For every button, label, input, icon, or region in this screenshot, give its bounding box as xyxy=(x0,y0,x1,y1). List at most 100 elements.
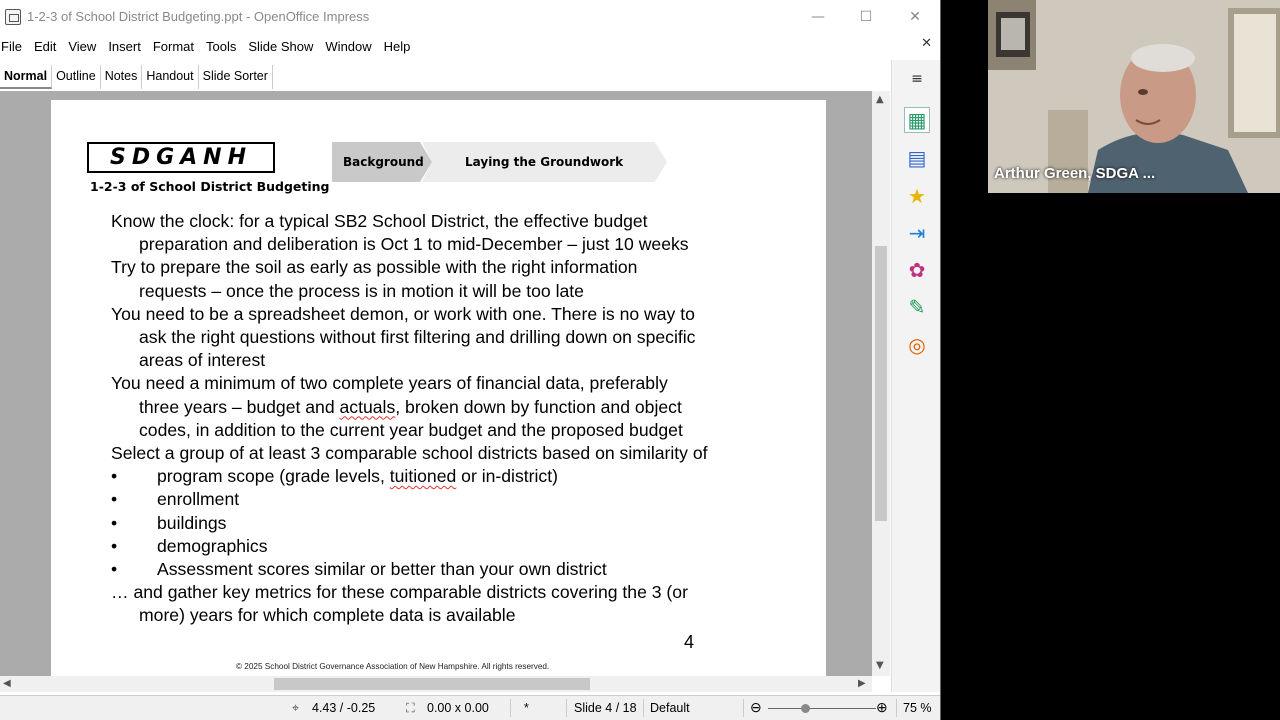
impress-window: 1-2-3 of School District Budgeting.ppt -… xyxy=(0,0,941,720)
menu-slide-show[interactable]: Slide Show xyxy=(242,39,319,54)
text-run: program scope (grade levels, xyxy=(157,466,390,487)
document-close-icon[interactable]: ✕ xyxy=(921,36,932,51)
scroll-up-icon[interactable]: ▲ xyxy=(876,94,884,105)
slide-workspace: SDGANH 1-2-3 of School District Budgetin… xyxy=(0,91,872,676)
scroll-left-icon[interactable]: ◀ xyxy=(3,678,11,689)
bullet-dot: • xyxy=(111,559,118,580)
menu-tools[interactable]: Tools xyxy=(200,39,242,54)
status-bar: ⌖ 4.43 / -0.25 ⛶ 0.00 x 0.00 * Slide 4 /… xyxy=(0,695,940,720)
bullet-text: program scope (grade levels, tuitioned o… xyxy=(157,465,558,488)
breadcrumb-background: Background xyxy=(332,142,432,182)
paragraph-line: requests – once the process is in motion… xyxy=(139,280,584,301)
menu-help[interactable]: Help xyxy=(378,39,417,54)
menu-bar: File Edit View Insert Format Tools Slide… xyxy=(0,34,940,58)
zoom-slider-track[interactable] xyxy=(768,708,876,709)
horizontal-scroll-thumb[interactable] xyxy=(274,678,590,690)
paragraph-line: three years – budget and actuals, broken… xyxy=(111,396,791,419)
text-run: , broken down by function and object xyxy=(395,396,682,417)
minimize-button[interactable]: — xyxy=(794,0,842,33)
master-pages-icon[interactable]: ▤ xyxy=(904,145,930,171)
paragraph-line: Know the clock: for a typical SB2 School… xyxy=(111,211,648,231)
size-icon: ⛶ xyxy=(406,701,415,715)
status-divider xyxy=(896,699,897,717)
zoom-level[interactable]: 75 % xyxy=(903,701,932,715)
paragraph-line: You need to be a spreadsheet demon, or w… xyxy=(111,303,695,324)
bullet-item: • buildings xyxy=(111,512,791,535)
paragraph: … and gather key metrics for these compa… xyxy=(111,581,791,627)
paragraph-line: … and gather key metrics for these compa… xyxy=(111,582,688,603)
status-divider xyxy=(566,699,567,717)
menu-insert[interactable]: Insert xyxy=(102,39,147,54)
bullet-dot: • xyxy=(111,512,118,533)
menu-icon[interactable]: ≡ xyxy=(904,66,930,92)
bullet-dot: • xyxy=(111,466,118,487)
object-size: 0.00 x 0.00 xyxy=(427,701,489,715)
status-divider xyxy=(743,699,744,717)
window-title: 1-2-3 of School District Budgeting.ppt -… xyxy=(27,9,370,24)
tab-normal[interactable]: Normal xyxy=(0,65,53,89)
slide-counter: Slide 4 / 18 xyxy=(574,701,637,715)
menu-format[interactable]: Format xyxy=(147,39,200,54)
bullet-text: Assessment scores similar or better than… xyxy=(157,559,607,580)
maximize-button[interactable]: ☐ xyxy=(842,0,890,33)
video-tile: Arthur Green, SDGA ... xyxy=(988,0,1280,193)
bullet-item: • Assessment scores similar or better th… xyxy=(111,558,791,581)
paragraph: You need a minimum of two complete years… xyxy=(111,372,791,442)
menu-view[interactable]: View xyxy=(62,39,102,54)
spellcheck-word: actuals xyxy=(339,396,396,417)
slide-canvas[interactable]: SDGANH 1-2-3 of School District Budgetin… xyxy=(51,100,826,676)
text-run: or in-district) xyxy=(456,466,558,487)
menu-edit[interactable]: Edit xyxy=(28,39,62,54)
view-tabs: Normal Outline Notes Handout Slide Sorte… xyxy=(0,65,273,89)
paragraph-line: areas of interest xyxy=(139,350,266,371)
paragraph-line: Try to prepare the soil as early as poss… xyxy=(111,257,638,278)
bullet-text: enrollment xyxy=(157,489,240,510)
logo-subtitle: 1-2-3 of School District Budgeting xyxy=(90,179,330,194)
vertical-scrollbar[interactable]: ▲ ▼ xyxy=(872,91,890,676)
zoom-out-icon[interactable]: ⊖ xyxy=(750,699,762,716)
slide-transition-icon[interactable]: ⇥ xyxy=(904,220,930,246)
paragraph-line: Select a group of at least 3 comparable … xyxy=(111,443,708,464)
properties-icon[interactable]: ▦ xyxy=(904,107,930,133)
scroll-down-icon[interactable]: ▼ xyxy=(876,660,884,671)
slide-page-number: 4 xyxy=(684,632,695,652)
vertical-scroll-thumb[interactable] xyxy=(875,246,887,521)
text-run: three years – budget and xyxy=(139,396,340,417)
slide-body-text[interactable]: Know the clock: for a typical SB2 School… xyxy=(111,210,791,628)
paragraph: Know the clock: for a typical SB2 School… xyxy=(111,210,791,256)
navigator-icon[interactable]: ◎ xyxy=(904,332,930,358)
tab-handout[interactable]: Handout xyxy=(142,65,199,89)
bullet-dot: • xyxy=(111,489,118,510)
bullet-item: • demographics xyxy=(111,535,791,558)
layout-name[interactable]: Default xyxy=(650,701,690,715)
paragraph-line: more) years for which complete data is a… xyxy=(139,605,516,626)
bullet-text: buildings xyxy=(157,512,227,533)
sdganh-logo: SDGANH xyxy=(87,142,275,173)
zoom-in-icon[interactable]: ⊕ xyxy=(876,699,888,716)
custom-animation-icon[interactable]: ★ xyxy=(904,183,930,209)
copyright-notice: © 2025 School District Governance Associ… xyxy=(236,662,550,671)
impress-app-icon xyxy=(5,8,21,25)
gallery-icon[interactable]: ✿ xyxy=(904,257,930,283)
status-divider xyxy=(643,699,644,717)
zoom-slider-handle[interactable] xyxy=(801,704,810,713)
spellcheck-word: tuitioned xyxy=(389,466,457,487)
menu-window[interactable]: Window xyxy=(319,39,377,54)
tab-notes[interactable]: Notes xyxy=(101,65,143,89)
tab-slide-sorter[interactable]: Slide Sorter xyxy=(199,65,273,89)
breadcrumb-label: Laying the Groundwork xyxy=(465,155,624,169)
breadcrumb-label: Background xyxy=(343,155,424,169)
cursor-position: 4.43 / -0.25 xyxy=(312,701,376,715)
paragraph: You need to be a spreadsheet demon, or w… xyxy=(111,303,791,373)
position-icon: ⌖ xyxy=(292,701,300,715)
tab-outline[interactable]: Outline xyxy=(52,65,101,89)
modified-indicator[interactable]: * xyxy=(524,701,529,715)
styles-icon[interactable]: ✎ xyxy=(904,294,930,320)
title-bar: 1-2-3 of School District Budgeting.ppt -… xyxy=(0,0,940,33)
bullet-item: • program scope (grade levels, tuitioned… xyxy=(111,465,791,488)
breadcrumb-laying-groundwork: Laying the Groundwork xyxy=(422,142,667,182)
close-button[interactable]: ✕ xyxy=(891,0,939,33)
menu-file[interactable]: File xyxy=(0,39,28,54)
horizontal-scrollbar[interactable]: ◀ ▶ xyxy=(0,676,872,692)
scroll-right-icon[interactable]: ▶ xyxy=(858,678,866,689)
